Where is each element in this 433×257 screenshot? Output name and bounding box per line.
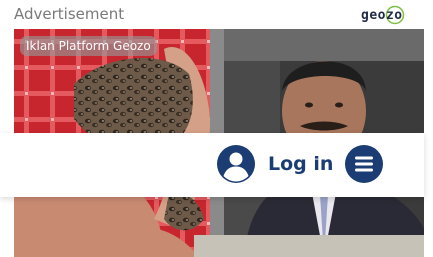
- advertisement-label: Advertisement: [14, 5, 125, 23]
- ad-platform-tag: Iklan Platform Geozo: [20, 36, 157, 56]
- geozo-logo-text: geozo: [361, 8, 403, 23]
- geozo-logo[interactable]: geozo: [359, 3, 409, 27]
- user-circle-icon[interactable]: [217, 145, 255, 183]
- login-link[interactable]: Log in: [268, 149, 333, 179]
- hamburger-menu-icon[interactable]: [345, 145, 383, 183]
